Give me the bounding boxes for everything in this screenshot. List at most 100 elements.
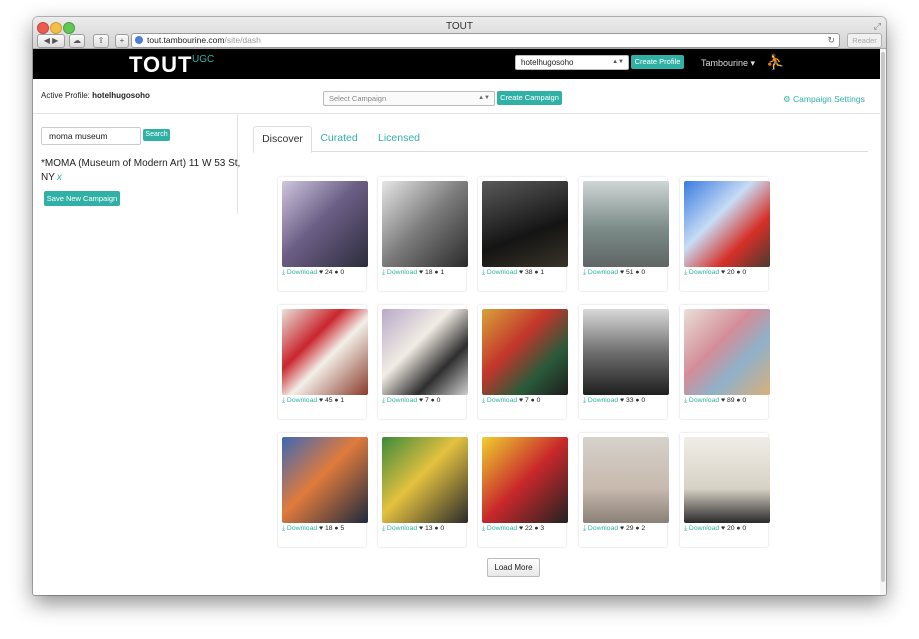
photo-thumbnail[interactable] bbox=[382, 309, 468, 395]
sidebar: moma museum Search *MOMA (Museum of Mode… bbox=[33, 114, 241, 214]
like-count: 33 bbox=[625, 397, 634, 404]
back-forward-buttons[interactable]: ◀ ▶ bbox=[37, 34, 65, 48]
photo-thumbnail[interactable] bbox=[684, 309, 770, 395]
download-link[interactable]: ⤓ Download bbox=[282, 269, 317, 276]
download-icon: ⤓ bbox=[282, 269, 286, 276]
reload-icon[interactable]: ↻ bbox=[827, 34, 835, 47]
photo-card[interactable]: ⤓ Download ♥ 13 ● 0 bbox=[378, 433, 468, 547]
download-link[interactable]: ⤓ Download bbox=[583, 269, 618, 276]
photo-card[interactable]: ⤓ Download ♥ 20 ● 0 bbox=[680, 433, 770, 547]
campaign-settings-label: Campaign Settings bbox=[793, 94, 865, 104]
photo-card[interactable]: ⤓ Download ♥ 24 ● 0 bbox=[278, 177, 368, 291]
download-label: Download bbox=[688, 525, 720, 532]
download-link[interactable]: ⤓ Download bbox=[482, 269, 517, 276]
figure-icon[interactable]: ⛹ bbox=[766, 53, 785, 71]
download-link[interactable]: ⤓ Download bbox=[684, 397, 719, 404]
photo-thumbnail[interactable] bbox=[382, 181, 468, 267]
photo-card[interactable]: ⤓ Download ♥ 38 ● 1 bbox=[478, 177, 568, 291]
heart-icon: ♥ bbox=[319, 269, 324, 276]
download-link[interactable]: ⤓ Download bbox=[583, 397, 618, 404]
photo-thumbnail[interactable] bbox=[482, 437, 568, 523]
photo-thumbnail[interactable] bbox=[282, 309, 368, 395]
photo-thumbnail[interactable] bbox=[382, 437, 468, 523]
share-icon[interactable]: ⇪ bbox=[93, 34, 109, 48]
download-label: Download bbox=[386, 397, 418, 404]
comment-count: 1 bbox=[540, 269, 545, 276]
photo-card[interactable]: ⤓ Download ♥ 45 ● 1 bbox=[278, 305, 368, 419]
tab-licensed[interactable]: Licensed bbox=[371, 126, 427, 151]
download-label: Download bbox=[688, 397, 720, 404]
photo-thumbnail[interactable] bbox=[583, 437, 669, 523]
address-bar[interactable]: tout.tambourine.com/site/dash ↻ bbox=[131, 33, 840, 48]
download-link[interactable]: ⤓ Download bbox=[282, 525, 317, 532]
photo-thumbnail[interactable] bbox=[282, 181, 368, 267]
photo-card[interactable]: ⤓ Download ♥ 51 ● 0 bbox=[579, 177, 669, 291]
heart-icon: ♥ bbox=[319, 525, 324, 532]
photo-card[interactable]: ⤓ Download ♥ 18 ● 5 bbox=[278, 433, 368, 547]
comment-count: 0 bbox=[742, 269, 747, 276]
photo-thumbnail[interactable] bbox=[282, 437, 368, 523]
create-campaign-button[interactable]: Create Campaign bbox=[497, 91, 562, 105]
photo-thumbnail[interactable] bbox=[684, 437, 770, 523]
scrollbar-thumb[interactable] bbox=[881, 52, 885, 582]
campaign-settings-link[interactable]: ⚙ Campaign Settings bbox=[783, 94, 865, 105]
download-link[interactable]: ⤓ Download bbox=[583, 525, 618, 532]
like-count: 22 bbox=[524, 525, 533, 532]
download-link[interactable]: ⤓ Download bbox=[282, 397, 317, 404]
photo-card[interactable]: ⤓ Download ♥ 7 ● 0 bbox=[378, 305, 468, 419]
search-input[interactable]: moma museum bbox=[41, 127, 141, 145]
create-profile-button[interactable]: Create Profile bbox=[631, 55, 684, 69]
download-label: Download bbox=[386, 269, 418, 276]
comment-count: 0 bbox=[440, 525, 445, 532]
new-tab-icon[interactable]: + bbox=[115, 34, 129, 48]
load-more-button[interactable]: Load More bbox=[487, 558, 540, 577]
comment-count: 0 bbox=[641, 397, 646, 404]
tab-curated[interactable]: Curated bbox=[314, 126, 364, 151]
comment-count: 5 bbox=[340, 525, 345, 532]
reader-button[interactable]: Reader bbox=[847, 33, 882, 48]
photo-thumbnail[interactable] bbox=[583, 309, 669, 395]
comment-icon: ● bbox=[635, 269, 640, 276]
profile-select[interactable]: hotelhugosoho ▲▼ bbox=[515, 55, 629, 70]
icloud-icon[interactable]: ☁ bbox=[69, 34, 85, 48]
photo-card[interactable]: ⤓ Download ♥ 33 ● 0 bbox=[579, 305, 669, 419]
download-label: Download bbox=[587, 525, 619, 532]
scrollbar[interactable] bbox=[880, 49, 886, 595]
comment-count: 0 bbox=[742, 525, 747, 532]
tout-logo[interactable]: TOUT bbox=[129, 52, 192, 78]
download-link[interactable]: ⤓ Download bbox=[382, 525, 417, 532]
photo-card[interactable]: ⤓ Download ♥ 7 ● 0 bbox=[478, 305, 568, 419]
campaign-select-placeholder: Select Campaign bbox=[329, 94, 387, 103]
globe-icon bbox=[135, 36, 143, 44]
photo-card[interactable]: ⤓ Download ♥ 18 ● 1 bbox=[378, 177, 468, 291]
photo-card[interactable]: ⤓ Download ♥ 22 ● 3 bbox=[478, 433, 568, 547]
tab-discover[interactable]: Discover bbox=[253, 126, 312, 153]
download-icon: ⤓ bbox=[482, 397, 486, 404]
title-bar: TOUT ⤢ ◀ ▶ ☁ ⇪ + tout.tambourine.com/sit… bbox=[33, 17, 886, 49]
campaign-location: *MOMA (Museum of Modern Art) 11 W 53 St,… bbox=[41, 157, 241, 185]
download-icon: ⤓ bbox=[684, 269, 688, 276]
download-link[interactable]: ⤓ Download bbox=[684, 525, 719, 532]
account-menu[interactable]: Tambourine ▾ bbox=[701, 58, 755, 69]
search-button[interactable]: Search bbox=[143, 129, 170, 141]
photo-thumbnail[interactable] bbox=[583, 181, 669, 267]
download-link[interactable]: ⤓ Download bbox=[482, 397, 517, 404]
campaign-select[interactable]: Select Campaign ▲▼ bbox=[323, 91, 495, 106]
like-count: 29 bbox=[625, 525, 634, 532]
save-new-campaign-button[interactable]: Save New Campaign bbox=[44, 191, 120, 206]
download-link[interactable]: ⤓ Download bbox=[482, 525, 517, 532]
comment-icon: ● bbox=[434, 269, 439, 276]
fullscreen-icon[interactable]: ⤢ bbox=[874, 21, 881, 32]
photo-card[interactable]: ⤓ Download ♥ 20 ● 0 bbox=[680, 177, 770, 291]
download-link[interactable]: ⤓ Download bbox=[684, 269, 719, 276]
photo-card[interactable]: ⤓ Download ♥ 29 ● 2 bbox=[579, 433, 669, 547]
download-link[interactable]: ⤓ Download bbox=[382, 269, 417, 276]
download-link[interactable]: ⤓ Download bbox=[382, 397, 417, 404]
photo-thumbnail[interactable] bbox=[482, 181, 568, 267]
photo-thumbnail[interactable] bbox=[684, 181, 770, 267]
remove-location-link[interactable]: x bbox=[57, 172, 62, 183]
photo-card[interactable]: ⤓ Download ♥ 89 ● 0 bbox=[680, 305, 770, 419]
like-count: 89 bbox=[726, 397, 735, 404]
heart-icon: ♥ bbox=[620, 397, 625, 404]
photo-thumbnail[interactable] bbox=[482, 309, 568, 395]
